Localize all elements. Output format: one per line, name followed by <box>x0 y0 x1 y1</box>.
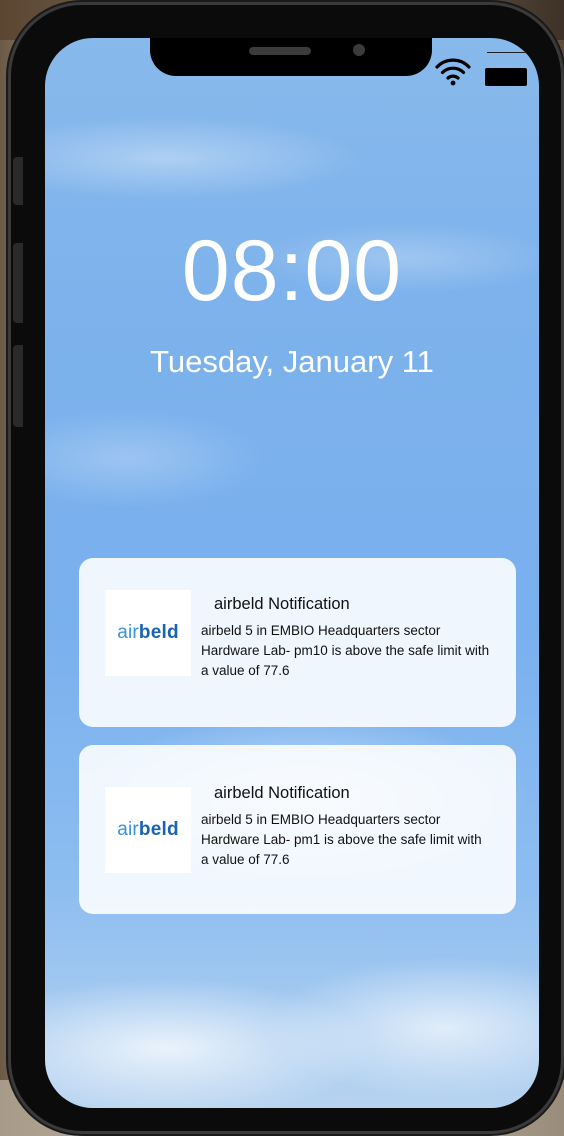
airbeld-logo: airbeld <box>105 787 191 873</box>
logo-wordmark: airbeld <box>117 819 179 840</box>
volume-up-button <box>13 243 23 323</box>
logo-wordmark: airbeld <box>117 622 179 643</box>
status-divider <box>487 52 527 53</box>
speaker-grille <box>249 47 311 55</box>
volume-down-button <box>13 345 23 427</box>
wifi-icon <box>435 58 471 86</box>
lock-screen: 08:00 Tuesday, January 11 airbeld airbel… <box>45 38 539 1108</box>
front-camera <box>353 44 365 56</box>
airbeld-logo: airbeld <box>105 590 191 676</box>
notification-card[interactable]: airbeld airbeld Notification airbeld 5 i… <box>79 558 516 727</box>
lock-time: 08:00 <box>181 223 403 319</box>
notification-title: airbeld Notification <box>214 784 350 802</box>
notch <box>150 38 432 76</box>
battery-icon <box>485 68 527 86</box>
notification-body: airbeld 5 in EMBIO Headquarters sector H… <box>201 623 490 678</box>
lock-date: Tuesday, January 11 <box>150 344 434 379</box>
status-bar <box>435 52 539 92</box>
notification-card[interactable]: airbeld airbeld Notification airbeld 5 i… <box>79 745 516 914</box>
notification-body: airbeld 5 in EMBIO Headquarters sector H… <box>201 812 482 867</box>
notification-title: airbeld Notification <box>214 595 350 613</box>
mute-switch <box>13 157 23 205</box>
